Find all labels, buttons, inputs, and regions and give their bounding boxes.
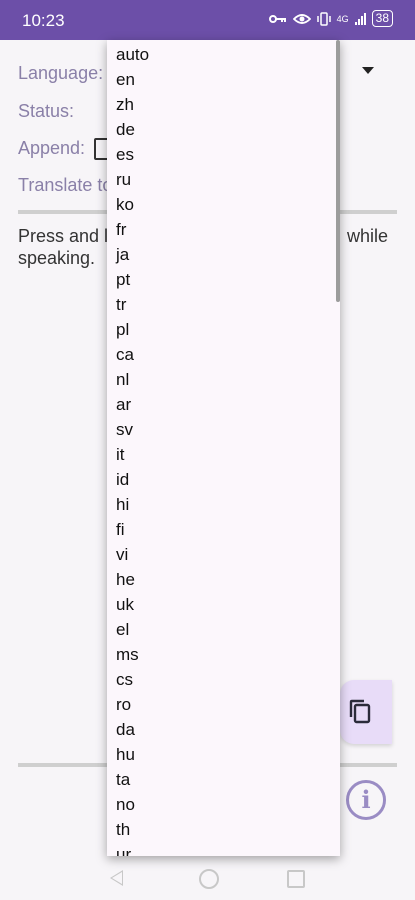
network-type: 4G: [336, 13, 349, 24]
language-dropdown-menu[interactable]: auto en zh de es ru ko fr ja pt tr pl ca nl ar sv it id hi…: [107, 40, 340, 856]
append-label: Append:: [18, 138, 86, 158]
language-option-zh[interactable]: zh: [107, 91, 340, 116]
language-option-no[interactable]: no: [107, 791, 340, 816]
append-row: Append:: [18, 138, 113, 161]
language-option-en[interactable]: en: [107, 66, 340, 91]
language-label: Language:: [18, 63, 104, 83]
instructions-line1-right: while: [347, 226, 389, 246]
signal-icon: [354, 12, 366, 25]
menu-scrollbar[interactable]: [336, 40, 340, 302]
info-button[interactable]: i: [346, 780, 386, 820]
language-option-ms[interactable]: ms: [107, 641, 340, 666]
language-option-cs[interactable]: cs: [107, 666, 340, 691]
status-label: Status:: [18, 101, 75, 121]
instructions-line1-left: Press and l: [18, 226, 109, 246]
language-option-list: auto en zh de es ru ko fr ja pt tr pl ca nl ar sv it id hi…: [107, 41, 340, 856]
status-icons: 4G 38: [268, 10, 393, 27]
recents-icon[interactable]: [287, 870, 305, 888]
translate-label: Translate to: [18, 175, 113, 195]
vibrate-icon: [316, 11, 331, 26]
language-option-sv[interactable]: sv: [107, 416, 340, 441]
navigation-bar: [0, 856, 415, 900]
language-option-fi[interactable]: fi: [107, 516, 340, 541]
language-option-ar[interactable]: ar: [107, 391, 340, 416]
info-icon: i: [361, 785, 371, 814]
copy-button[interactable]: [340, 680, 392, 744]
language-option-hi[interactable]: hi: [107, 491, 340, 516]
language-option-nl[interactable]: nl: [107, 366, 340, 391]
language-option-auto[interactable]: auto: [107, 41, 340, 66]
language-option-it[interactable]: it: [107, 441, 340, 466]
key-icon: [268, 14, 286, 23]
chevron-down-icon[interactable]: [362, 67, 374, 74]
language-option-de[interactable]: de: [107, 116, 340, 141]
status-bar: 10:23 4G 38: [0, 0, 415, 40]
language-option-fr[interactable]: fr: [107, 216, 340, 241]
language-option-he[interactable]: he: [107, 566, 340, 591]
back-icon[interactable]: [110, 870, 123, 886]
battery-icon: 38: [371, 10, 393, 27]
language-option-id[interactable]: id: [107, 466, 340, 491]
language-option-pt[interactable]: pt: [107, 266, 340, 291]
language-option-vi[interactable]: vi: [107, 541, 340, 566]
copy-icon: [349, 699, 371, 724]
language-option-th[interactable]: th: [107, 816, 340, 841]
language-option-hu[interactable]: hu: [107, 741, 340, 766]
eye-icon: [292, 13, 311, 24]
language-option-ca[interactable]: ca: [107, 341, 340, 366]
language-option-es[interactable]: es: [107, 141, 340, 166]
language-option-ur[interactable]: ur: [107, 841, 340, 856]
language-option-ja[interactable]: ja: [107, 241, 340, 266]
language-option-ta[interactable]: ta: [107, 766, 340, 791]
language-option-ro[interactable]: ro: [107, 691, 340, 716]
instructions-line2: speaking.: [18, 248, 96, 268]
home-icon[interactable]: [199, 869, 219, 889]
language-option-tr[interactable]: tr: [107, 291, 340, 316]
language-option-da[interactable]: da: [107, 716, 340, 741]
language-option-ru[interactable]: ru: [107, 166, 340, 191]
language-option-pl[interactable]: pl: [107, 316, 340, 341]
language-option-ko[interactable]: ko: [107, 191, 340, 216]
language-option-uk[interactable]: uk: [107, 591, 340, 616]
status-time: 10:23: [22, 11, 65, 30]
language-option-el[interactable]: el: [107, 616, 340, 641]
